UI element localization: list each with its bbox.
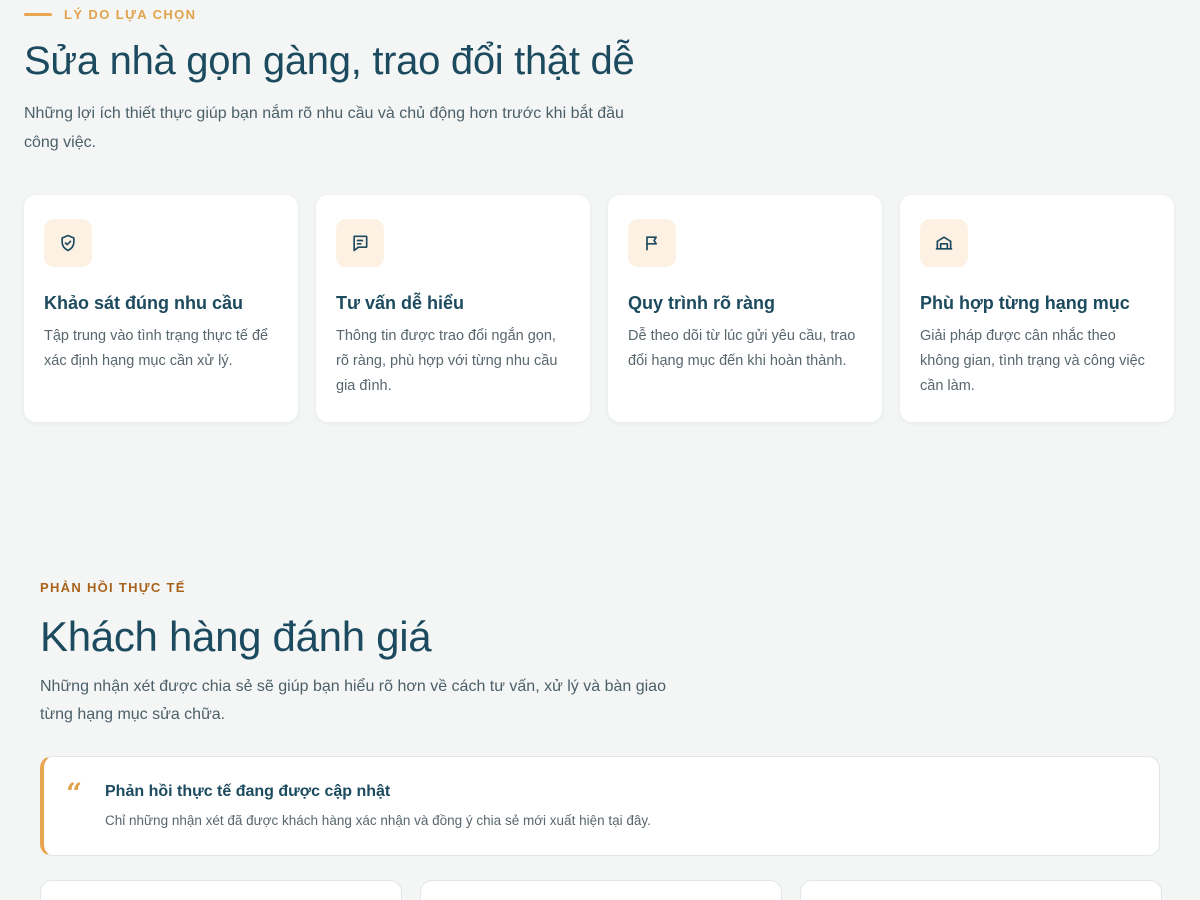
benefit-card-title: Tư vấn dễ hiểu — [336, 293, 465, 313]
why-choose-section: LÝ DO LỰA CHỌN Sửa nhà gọn gàng, trao đổ… — [24, 0, 1176, 422]
benefit-card-text: Thông tin được trao đổi ngắn gọn, rõ ràn… — [336, 328, 558, 394]
notice-body: Phản hồi thực tế đang được cập nhật Chỉ … — [105, 781, 651, 831]
benefit-card-fit: Phù hợp từng hạng mục Giải pháp được cân… — [900, 195, 1174, 422]
eyebrow-line — [24, 12, 52, 16]
benefit-card-title: Phù hợp từng hạng mục — [920, 293, 1130, 313]
benefit-cards: Khảo sát đúng nhu cầu Tập trung vào tình… — [24, 195, 1174, 422]
review-card — [40, 880, 402, 900]
benefit-card-text: Tập trung vào tình trạng thực tế để xác … — [44, 328, 269, 369]
review-card — [800, 880, 1162, 900]
home-icon — [920, 219, 968, 267]
review-cards — [40, 880, 1162, 900]
chat-bubble-icon — [336, 219, 384, 267]
reviews-notice: “ Phản hồi thực tế đang được cập nhật Ch… — [40, 756, 1160, 856]
benefit-card-process: Quy trình rõ ràng Dễ theo dõi từ lúc gửi… — [608, 195, 882, 422]
benefit-card-text: Giải pháp được cân nhắc theo không gian,… — [920, 328, 1145, 394]
section-title: Sửa nhà gọn gàng, trao đổi thật dễ — [24, 39, 635, 83]
notice-text: Chỉ những nhận xét đã được khách hàng xá… — [105, 813, 651, 828]
shield-check-icon — [44, 219, 92, 267]
benefit-card-consult: Tư vấn dễ hiểu Thông tin được trao đổi n… — [316, 195, 590, 422]
reviews-description: Những nhận xét được chia sẻ sẽ giúp bạn … — [40, 678, 666, 723]
section-description: Những lợi ích thiết thực giúp bạn nắm rõ… — [24, 105, 624, 151]
notice-title: Phản hồi thực tế đang được cập nhật — [105, 783, 391, 800]
reviews-eyebrow: PHẢN HỒI THỰC TẾ — [40, 580, 186, 595]
review-card — [420, 880, 782, 900]
benefit-card-survey: Khảo sát đúng nhu cầu Tập trung vào tình… — [24, 195, 298, 422]
quote-icon: “ — [66, 777, 83, 810]
section-eyebrow: LÝ DO LỰA CHỌN — [24, 0, 1176, 28]
reviews-title: Khách hàng đánh giá — [40, 613, 432, 660]
benefit-card-text: Dễ theo dõi từ lúc gửi yêu cầu, trao đổi… — [628, 328, 856, 369]
benefit-card-title: Khảo sát đúng nhu cầu — [44, 293, 244, 313]
eyebrow-text: LÝ DO LỰA CHỌN — [64, 6, 197, 22]
flag-icon — [628, 219, 676, 267]
benefit-card-title: Quy trình rõ ràng — [628, 293, 776, 313]
reviews-section: PHẢN HỒI THỰC TẾ Khách hàng đánh giá Nhữ… — [40, 578, 1162, 900]
